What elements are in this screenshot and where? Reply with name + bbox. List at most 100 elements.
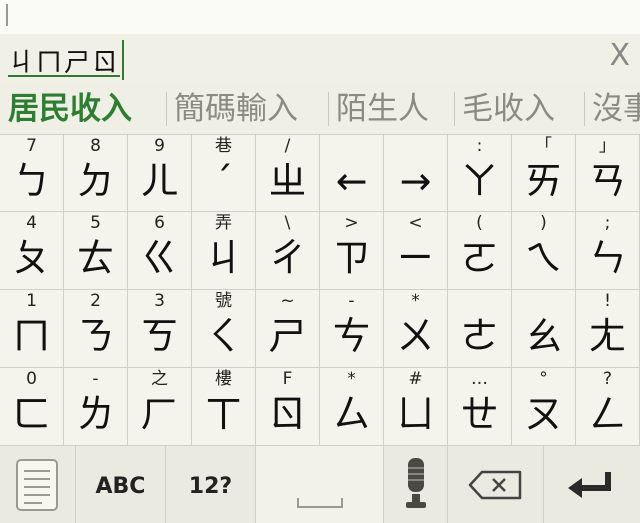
arrow-right-icon: → xyxy=(399,159,432,203)
enter-icon xyxy=(568,472,611,498)
key-secondary-label: 3 xyxy=(154,291,165,311)
key-label: ㄕ xyxy=(268,314,307,358)
key[interactable]: 4ㄆ xyxy=(0,212,64,290)
key[interactable]: 6ㄍ xyxy=(128,212,192,290)
key-secondary-label: * xyxy=(411,291,420,311)
key-secondary-label: * xyxy=(347,369,356,389)
key-label: ㄉ xyxy=(76,159,115,203)
key-secondary-label: ( xyxy=(476,213,483,233)
key-secondary-label: 之 xyxy=(151,369,168,389)
key[interactable]: > ㄗ xyxy=(320,212,384,290)
key-secondary-label: # xyxy=(408,369,423,389)
key-label: ㄢ xyxy=(588,159,627,203)
key[interactable]: 巷ˊ xyxy=(192,135,256,212)
candidate-item[interactable]: 簡碼輸入 xyxy=(168,88,304,130)
key-label: ㄦ xyxy=(140,159,179,203)
microphone-icon xyxy=(406,458,426,508)
key-label: ㄠ xyxy=(524,314,563,358)
key[interactable]: ; ㄣ xyxy=(576,212,640,290)
key[interactable]: 8ㄉ xyxy=(64,135,128,212)
key-label: ㄆ xyxy=(12,236,51,280)
key[interactable]: ! ㄤ xyxy=(576,290,640,368)
backspace-key[interactable] xyxy=(448,446,544,523)
key[interactable]: … ㄝ xyxy=(448,368,512,446)
key-secondary-label: 7 xyxy=(26,136,37,156)
key[interactable]: Fㄖ xyxy=(256,368,320,446)
key[interactable]: 號ㄑ xyxy=(192,290,256,368)
key[interactable]: ~ ㄕ xyxy=(256,290,320,368)
key-label: ㄈ xyxy=(12,392,51,436)
key[interactable]: 7ㄅ xyxy=(0,135,64,212)
key[interactable]: \ ㄔ xyxy=(256,212,320,290)
key[interactable]: -ㄘ xyxy=(320,290,384,368)
key-secondary-label: 」 xyxy=(599,136,616,156)
composing-bar: ㄐㄇㄕㄖ X xyxy=(0,34,640,84)
microphone-key[interactable] xyxy=(384,446,448,523)
key[interactable]: ) ㄟ xyxy=(512,212,576,290)
key-secondary-label: 1 xyxy=(26,291,37,311)
key[interactable]: ° ㄡ xyxy=(512,368,576,446)
key-secondary-label: 8 xyxy=(90,136,101,156)
key-secondary-label: > xyxy=(344,213,359,233)
key-label: ㄒ xyxy=(204,392,243,436)
cursor-left-key[interactable]: ← xyxy=(320,135,384,212)
key-secondary-label: \ xyxy=(284,213,291,233)
menu-key[interactable] xyxy=(0,446,76,523)
backspace-icon xyxy=(468,470,522,500)
key-secondary-label: : xyxy=(476,136,483,156)
key[interactable]: * ㄨ xyxy=(384,290,448,368)
key-label: ㄙ xyxy=(332,392,371,436)
cursor-right-key[interactable]: → xyxy=(384,135,448,212)
key[interactable]: 弄ㄐ xyxy=(192,212,256,290)
key[interactable]: 之ㄏ xyxy=(128,368,192,446)
key[interactable]: 1ㄇ xyxy=(0,290,64,368)
key-secondary-label: - xyxy=(348,291,355,311)
key[interactable]: -ㄌ xyxy=(64,368,128,446)
key-secondary-label: < xyxy=(408,213,423,233)
key[interactable]: # ㄩ xyxy=(384,368,448,446)
candidate-item[interactable]: 陌生人 xyxy=(330,88,435,130)
key-secondary-label: 號 xyxy=(215,291,232,311)
key-secondary-label: 6 xyxy=(154,213,165,233)
key-label: ㄊ xyxy=(76,236,115,280)
key[interactable]: ? ㄥ xyxy=(576,368,640,446)
key[interactable]: 2ㄋ xyxy=(64,290,128,368)
key[interactable]: 9ㄦ xyxy=(128,135,192,212)
key-secondary-label: - xyxy=(92,369,99,389)
key-label: ㄋ xyxy=(76,314,115,358)
abc-mode-key[interactable]: ABC xyxy=(76,446,166,523)
candidate-item[interactable]: 居民收入 xyxy=(2,88,138,130)
abc-mode-label: ABC xyxy=(95,474,146,499)
space-key[interactable] xyxy=(256,446,384,523)
notepad-icon xyxy=(16,459,58,511)
key[interactable]: (ㄛ xyxy=(448,212,512,290)
key-label: ㄅ xyxy=(12,159,51,203)
key[interactable]: 5ㄊ xyxy=(64,212,128,290)
candidate-item[interactable]: 沒事 xyxy=(586,88,640,130)
key[interactable]: 「ㄞ xyxy=(512,135,576,212)
candidate-bar: 居民收入 簡碼輸入 陌生人 毛收入 沒事 xyxy=(0,84,640,135)
key[interactable]: ㄠ xyxy=(512,290,576,368)
candidate-item[interactable]: 毛收入 xyxy=(456,88,561,130)
key[interactable]: * ㄙ xyxy=(320,368,384,446)
key[interactable]: ㄜ xyxy=(448,290,512,368)
candidate-divider xyxy=(166,92,167,126)
key-label: ㄛ xyxy=(460,236,499,280)
close-composing-button[interactable]: X xyxy=(609,38,630,73)
key-secondary-label: 樓 xyxy=(215,369,232,389)
key[interactable]: 0ㄈ xyxy=(0,368,64,446)
key-secondary-label: 弄 xyxy=(215,213,232,233)
key[interactable]: :ㄚ xyxy=(448,135,512,212)
key-secondary-label: 巷 xyxy=(215,136,232,156)
key[interactable]: 樓ㄒ xyxy=(192,368,256,446)
number-mode-key[interactable]: 12? xyxy=(166,446,256,523)
key[interactable]: < ㄧ xyxy=(384,212,448,290)
key[interactable]: / ㄓ xyxy=(256,135,320,212)
key[interactable]: 3ㄎ xyxy=(128,290,192,368)
enter-key[interactable] xyxy=(544,446,640,523)
text-field-area[interactable] xyxy=(0,0,640,35)
number-mode-label: 12? xyxy=(188,474,233,499)
key-label: ㄩ xyxy=(396,392,435,436)
composing-cursor xyxy=(122,40,124,80)
key[interactable]: 」ㄢ xyxy=(576,135,640,212)
